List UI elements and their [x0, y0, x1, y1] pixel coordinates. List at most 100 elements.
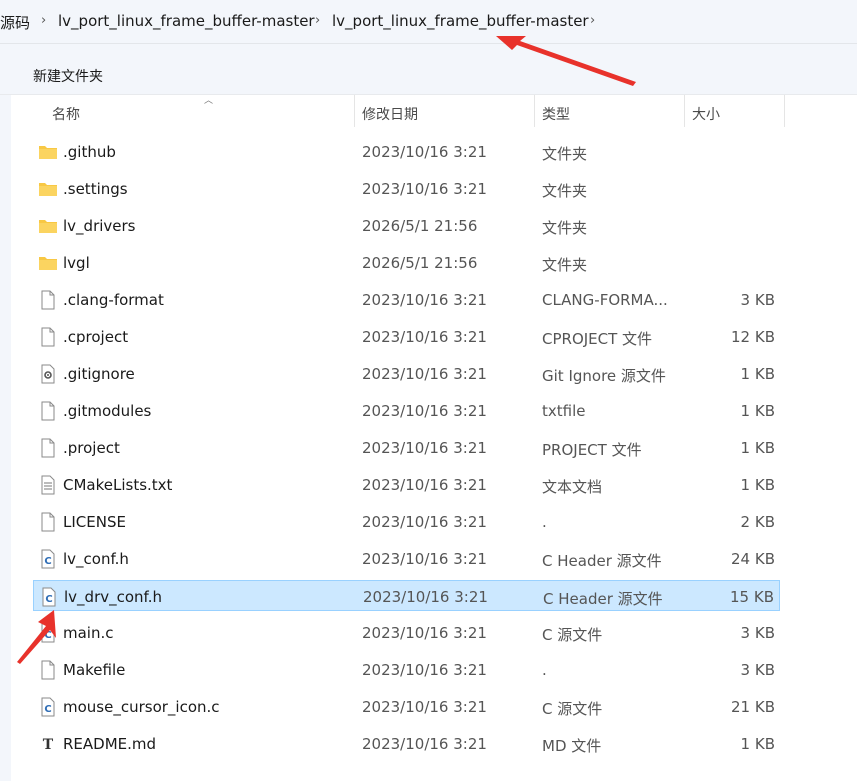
file-name: .settings — [63, 180, 128, 198]
c-file-icon: C — [38, 697, 58, 717]
file-size: 2 KB — [740, 513, 775, 531]
file-icon — [38, 290, 58, 310]
chevron-right-icon[interactable]: › — [590, 13, 595, 28]
file-size: 3 KB — [740, 624, 775, 642]
column-header-modified[interactable]: 修改日期 — [362, 104, 418, 124]
file-type: C Header 源文件 — [543, 590, 663, 608]
file-name: .gitmodules — [63, 402, 152, 420]
file-row[interactable]: T README.md 2023/10/16 3:21 MD 文件 1 KB — [33, 728, 780, 759]
file-modified-date: 2023/10/16 3:21 — [362, 698, 487, 716]
file-icon — [38, 401, 58, 421]
file-type: PROJECT 文件 — [542, 441, 642, 459]
annotation-arrow-bottom — [17, 610, 56, 664]
column-header-size[interactable]: 大小 — [692, 104, 720, 124]
file-type: 文件夹 — [542, 219, 588, 237]
file-modified-date: 2023/10/16 3:21 — [362, 180, 487, 198]
file-name: README.md — [63, 735, 157, 753]
file-row[interactable]: .gitignore 2023/10/16 3:21 Git Ignore 源文件 1… — [33, 358, 780, 389]
file-name: LICENSE — [63, 513, 126, 531]
column-header-name[interactable]: 名称 — [52, 104, 80, 124]
file-type: . — [542, 513, 547, 531]
file-name: mouse_cursor_icon.c — [63, 698, 220, 716]
file-type: 文件夹 — [542, 182, 588, 200]
file-modified-date: 2023/10/16 3:21 — [362, 550, 487, 568]
column-divider[interactable] — [784, 95, 785, 127]
file-modified-date: 2023/10/16 3:21 — [362, 291, 487, 309]
file-row[interactable]: Cmain.c 2023/10/16 3:21 C 源文件 3 KB — [33, 617, 780, 648]
file-row[interactable]: CMakeLists.txt 2023/10/16 3:21 文本文档 1 KB — [33, 469, 780, 500]
file-row[interactable]: lvgl 2026/5/1 21:56 文件夹 — [33, 247, 780, 278]
file-name: Makefile — [63, 661, 126, 679]
file-row[interactable]: Cmouse_cursor_icon.c 2023/10/16 3:21 C 源文件… — [33, 691, 780, 722]
file-name: lv_drivers — [63, 217, 136, 235]
file-icon — [38, 512, 58, 532]
settings-file-icon — [38, 364, 58, 384]
file-type: C 源文件 — [542, 626, 603, 644]
file-type: 文件夹 — [542, 256, 588, 274]
file-size: 21 KB — [731, 698, 775, 716]
file-type: C Header 源文件 — [542, 552, 662, 570]
c-file-icon: C — [38, 549, 58, 569]
file-row[interactable]: .settings 2023/10/16 3:21 文件夹 — [33, 173, 780, 204]
svg-text:C: C — [45, 594, 52, 605]
file-name: .clang-format — [63, 291, 164, 309]
file-modified-date: 2023/10/16 3:21 — [362, 735, 487, 753]
file-row[interactable]: Clv_drv_conf.h 2023/10/16 3:21 C Header 源文… — [33, 580, 780, 611]
chevron-right-icon[interactable]: › — [41, 13, 46, 28]
file-name: .cproject — [63, 328, 129, 346]
file-modified-date: 2023/10/16 3:21 — [362, 365, 487, 383]
text-file-icon — [38, 475, 58, 495]
breadcrumb: 源码 › lv_port_linux_frame_buffer-master ›… — [0, 0, 857, 44]
column-divider[interactable] — [534, 95, 535, 127]
file-modified-date: 2023/10/16 3:21 — [363, 588, 488, 606]
new-folder-button[interactable]: 新建文件夹 — [33, 66, 103, 86]
file-size: 1 KB — [740, 476, 775, 494]
file-name: .project — [63, 439, 120, 457]
file-row[interactable]: .github 2023/10/16 3:21 文件夹 — [33, 136, 780, 167]
file-size: 3 KB — [740, 291, 775, 309]
sort-ascending-icon: ︿ — [204, 96, 214, 106]
file-modified-date: 2023/10/16 3:21 — [362, 439, 487, 457]
svg-text:C: C — [44, 704, 51, 715]
chevron-right-icon[interactable]: › — [315, 13, 320, 28]
file-row[interactable]: lv_drivers 2026/5/1 21:56 文件夹 — [33, 210, 780, 241]
file-size: 1 KB — [740, 365, 775, 383]
toolbar: 新建文件夹 — [0, 44, 857, 95]
file-row[interactable]: .gitmodules 2023/10/16 3:21 txtfile 1 KB — [33, 395, 780, 426]
annotation-arrow-top — [496, 36, 636, 86]
navigation-pane-edge — [0, 95, 11, 781]
file-size: 24 KB — [731, 550, 775, 568]
file-row[interactable]: .project 2023/10/16 3:21 PROJECT 文件 1 KB — [33, 432, 780, 463]
breadcrumb-item-source[interactable]: 源码 — [0, 12, 30, 33]
file-row[interactable]: .cproject 2023/10/16 3:21 CPROJECT 文件 12 KB — [33, 321, 780, 352]
file-row[interactable]: Clv_conf.h 2023/10/16 3:21 C Header 源文件 24 … — [33, 543, 780, 574]
file-size: 1 KB — [740, 735, 775, 753]
file-row[interactable]: .clang-format 2023/10/16 3:21 CLANG-FORMA.… — [33, 284, 780, 315]
file-size: 15 KB — [730, 588, 774, 606]
file-icon — [38, 438, 58, 458]
file-modified-date: 2023/10/16 3:21 — [362, 624, 487, 642]
column-divider[interactable] — [354, 95, 355, 127]
column-divider[interactable] — [684, 95, 685, 127]
file-modified-date: 2023/10/16 3:21 — [362, 476, 487, 494]
file-type: CLANG-FORMA... — [542, 291, 668, 309]
file-name: CMakeLists.txt — [63, 476, 173, 494]
file-name: lv_conf.h — [63, 550, 129, 568]
file-row[interactable]: LICENSE 2023/10/16 3:21. 2 KB — [33, 506, 780, 537]
breadcrumb-item-parent[interactable]: lv_port_linux_frame_buffer-master — [58, 12, 315, 30]
file-icon — [38, 327, 58, 347]
file-type: 文件夹 — [542, 145, 588, 163]
file-type: 文本文档 — [542, 478, 603, 496]
column-header-row: ︿ 名称 修改日期 类型 大小 — [11, 95, 857, 127]
column-header-type[interactable]: 类型 — [542, 104, 570, 124]
folder-icon — [38, 142, 58, 162]
file-row[interactable]: Makefile 2023/10/16 3:21. 3 KB — [33, 654, 780, 685]
file-modified-date: 2023/10/16 3:21 — [362, 328, 487, 346]
folder-icon — [38, 253, 58, 273]
file-size: 1 KB — [740, 439, 775, 457]
file-type: . — [542, 661, 547, 679]
file-name: .github — [63, 143, 116, 161]
svg-text:T: T — [43, 737, 54, 753]
file-modified-date: 2023/10/16 3:21 — [362, 661, 487, 679]
file-name: lvgl — [63, 254, 90, 272]
